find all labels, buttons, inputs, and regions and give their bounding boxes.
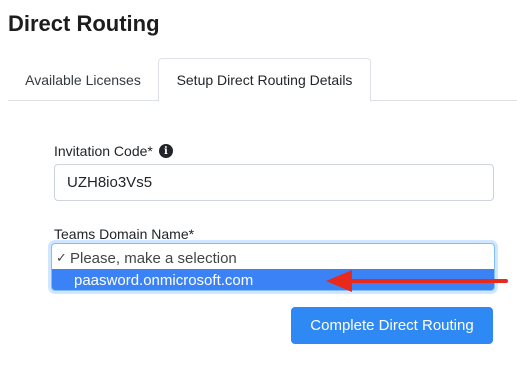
invitation-code-label: Invitation Code* bbox=[54, 143, 153, 159]
page-title: Direct Routing bbox=[8, 11, 160, 36]
tab-setup-direct-routing[interactable]: Setup Direct Routing Details bbox=[158, 58, 371, 102]
checkmark-icon: ✓ bbox=[56, 250, 67, 265]
tab-bar: Available Licenses Setup Direct Routing … bbox=[8, 58, 517, 102]
teams-domain-label: Teams Domain Name* bbox=[54, 226, 195, 242]
tab-available-licenses[interactable]: Available Licenses bbox=[8, 58, 158, 101]
complete-direct-routing-button[interactable]: Complete Direct Routing bbox=[291, 307, 493, 344]
invitation-code-input[interactable] bbox=[54, 164, 494, 201]
info-icon[interactable]: i bbox=[158, 144, 173, 158]
dropdown-option-placeholder[interactable]: ✓ Please, make a selection bbox=[52, 247, 494, 269]
annotation-arrow-icon bbox=[326, 270, 508, 292]
dropdown-option-label: Please, make a selection bbox=[70, 249, 237, 267]
dropdown-option-label: paasword.onmicrosoft.com bbox=[74, 271, 254, 289]
invitation-code-label-row: Invitation Code* i bbox=[54, 143, 173, 159]
